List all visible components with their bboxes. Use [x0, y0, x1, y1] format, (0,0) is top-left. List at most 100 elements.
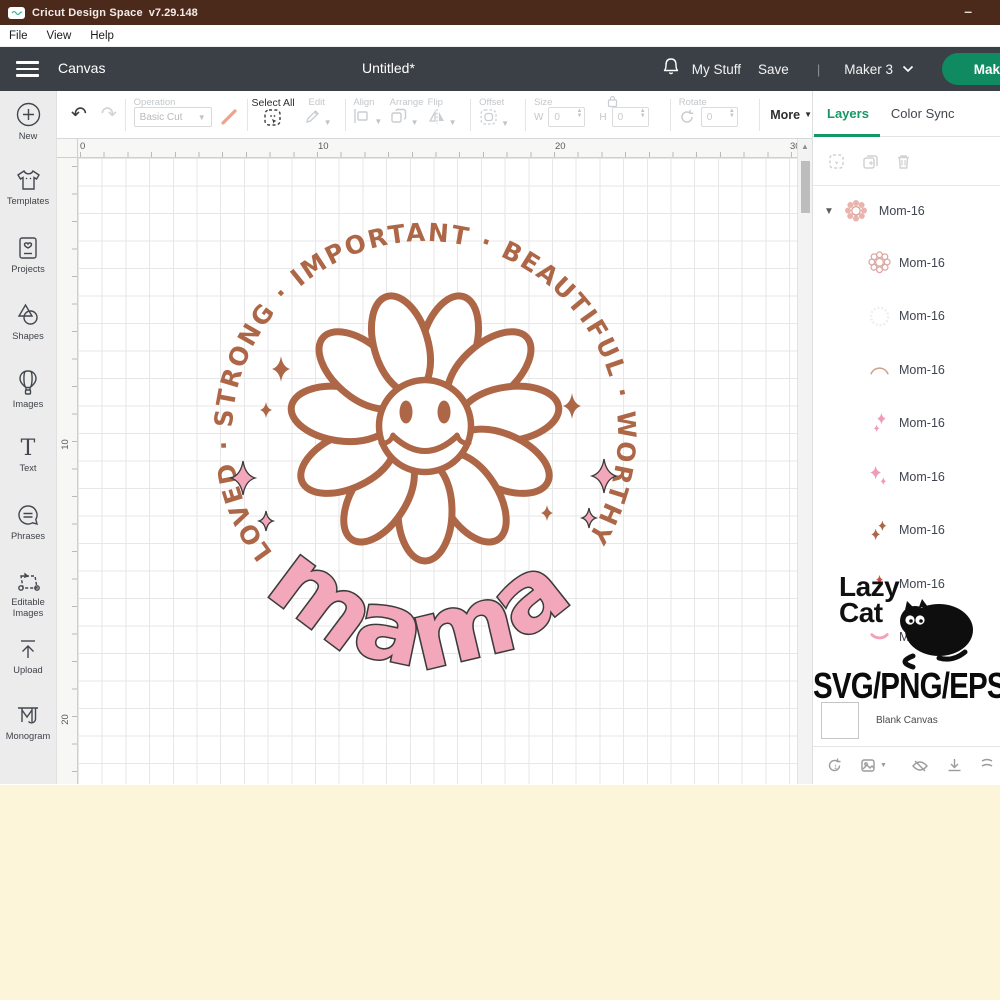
layer-thumb-flower-outline	[867, 251, 891, 274]
scrollbar-thumb[interactable]	[801, 161, 810, 213]
edit-dropdown[interactable]: ▼	[299, 108, 337, 130]
monogram-icon	[18, 707, 38, 724]
trash-icon[interactable]	[896, 153, 911, 170]
clipped-icon[interactable]	[980, 757, 997, 774]
machine-selector[interactable]: Maker 3	[844, 62, 914, 77]
layer-thumb-smile	[869, 632, 889, 640]
rotate-input[interactable]: 0 ▲ ▼	[700, 107, 738, 127]
select-layers-icon[interactable]	[828, 153, 845, 170]
lock-icon[interactable]	[606, 94, 619, 108]
machine-name: Maker 3	[844, 61, 893, 77]
hamburger-menu-icon[interactable]	[16, 61, 39, 77]
layer-thumb-pink-sparkles	[873, 412, 886, 432]
layer-row[interactable]: Mom-16	[813, 236, 1000, 290]
horizontal-ruler: 0 10 20 30	[78, 139, 801, 158]
formats-watermark: SVG/PNG/EPS	[813, 665, 1000, 706]
layer-thumb-arc	[869, 367, 889, 375]
layer-row[interactable]: Mom-16	[813, 290, 1000, 344]
chevron-down-icon	[902, 65, 914, 73]
color-swatch[interactable]	[219, 108, 239, 126]
canvas-scrollbar[interactable]: ▲	[797, 139, 812, 784]
canvas-area[interactable]: 0 10 20 30 10 20 LOVED · STRONG · IMPORT…	[57, 139, 812, 784]
scroll-up-icon[interactable]: ▲	[801, 142, 809, 151]
menu-file[interactable]: File	[9, 30, 28, 42]
make-button[interactable]: Mak	[942, 53, 1000, 85]
save-link[interactable]: Save	[758, 62, 789, 77]
operation-dropdown[interactable]: Basic Cut ▼	[133, 107, 212, 127]
duplicate-icon[interactable]	[862, 153, 879, 170]
offset-icon	[480, 109, 497, 125]
layer-row[interactable]: Mom-16	[813, 343, 1000, 397]
ruler-corner	[57, 139, 78, 158]
svg-text:T: T	[21, 436, 36, 460]
phrases-icon	[18, 505, 38, 525]
window-version: v7.29.148	[148, 6, 198, 19]
layer-group-row[interactable]: ▼ Mom-16	[813, 186, 1000, 236]
canvas-label[interactable]: Canvas	[58, 60, 105, 76]
offset-dropdown[interactable]: ▼	[479, 108, 517, 131]
sidebar-item-new[interactable]: New	[0, 101, 56, 168]
layer-row[interactable]: Mom-16	[813, 504, 1000, 558]
flip-dropdown[interactable]: ▼	[428, 108, 463, 130]
tab-color-sync[interactable]: Color Sync	[891, 106, 955, 121]
notifications-bell-icon[interactable]	[662, 57, 680, 82]
offset-label: Offset	[479, 97, 505, 108]
header-divider: |	[816, 61, 821, 77]
sidebar-item-monogram[interactable]: Monogram	[0, 704, 56, 771]
chevron-down-icon[interactable]: ▼	[824, 206, 834, 217]
undo-button[interactable]: ↷	[71, 103, 87, 126]
layers-panel: Layers Color Sync ▼ Mom-16 Mom-16 Mom-16…	[812, 91, 1000, 784]
my-stuff-link[interactable]: My Stuff	[692, 62, 741, 77]
redo-button[interactable]: ↷	[101, 103, 117, 126]
layer-thumb-faint	[869, 306, 889, 327]
menu-help[interactable]: Help	[90, 30, 114, 42]
sidebar-item-phrases[interactable]: Phrases	[0, 503, 56, 570]
black-cat-watermark	[900, 599, 973, 670]
rotate-icon[interactable]	[679, 109, 695, 125]
layer-row[interactable]: Mom-16	[813, 397, 1000, 451]
design-artwork[interactable]: LOVED · STRONG · IMPORTANT · BEAUTIFUL ·…	[205, 194, 645, 694]
app-window: Cricut Design Space v7.29.148 – File Vie…	[0, 0, 1000, 785]
minimize-button[interactable]: –	[964, 3, 972, 19]
group-name: Mom-16	[878, 204, 925, 218]
tshirt-icon	[16, 169, 40, 190]
height-label: H	[599, 111, 607, 123]
tab-layers[interactable]: Layers	[827, 106, 869, 121]
sync-icon[interactable]: 1	[826, 757, 843, 774]
sidebar-item-upload[interactable]: Upload	[0, 637, 56, 704]
more-button[interactable]: More ▼	[770, 108, 812, 122]
app-header: Canvas Untitled* My Stuff Save | Maker 3…	[0, 47, 1000, 91]
document-title: Untitled*	[362, 60, 415, 76]
align-icon	[354, 109, 369, 123]
blank-canvas-label: Blank Canvas	[876, 715, 938, 726]
edit-label: Edit	[308, 97, 325, 108]
width-input[interactable]: 0 ▲ ▼	[548, 107, 586, 127]
align-label: Align	[353, 97, 375, 108]
text-icon: T	[21, 436, 36, 460]
sidebar-item-text[interactable]: T Text	[0, 436, 56, 503]
sidebar-item-editable-images[interactable]: Editable Images	[0, 570, 56, 637]
layer-thumb-pink-sparkles-large	[869, 466, 886, 486]
height-input[interactable]: 0 ▲ ▼	[611, 107, 649, 127]
editable-images-icon	[18, 572, 40, 591]
sidebar-item-shapes[interactable]: Shapes	[0, 302, 56, 369]
balloon-icon	[19, 370, 37, 395]
project-card-icon	[19, 237, 37, 259]
sidebar-item-images[interactable]: Images	[0, 369, 56, 436]
download-icon[interactable]	[946, 757, 963, 774]
menu-view[interactable]: View	[47, 30, 72, 42]
title-bar: Cricut Design Space v7.29.148 –	[0, 0, 1000, 25]
export-image-icon[interactable]	[860, 757, 877, 774]
select-all-label: Select All	[251, 97, 295, 109]
panel-bottom-toolbar: 1 ▼	[813, 747, 1000, 784]
sidebar-item-projects[interactable]: Projects	[0, 235, 56, 302]
sidebar-item-templates[interactable]: Templates	[0, 168, 56, 235]
layer-row[interactable]: Mom-16	[813, 450, 1000, 504]
arrange-dropdown[interactable]: ▼	[390, 108, 428, 130]
select-all-icon[interactable]	[263, 108, 282, 127]
align-dropdown[interactable]: ▼	[353, 108, 389, 129]
left-sidebar: New Templates Projects Shapes Images T T…	[0, 91, 57, 784]
blank-canvas-row[interactable]: Blank Canvas	[821, 702, 938, 739]
caret-down-icon[interactable]: ▼	[880, 762, 887, 769]
hide-icon[interactable]	[911, 759, 929, 773]
